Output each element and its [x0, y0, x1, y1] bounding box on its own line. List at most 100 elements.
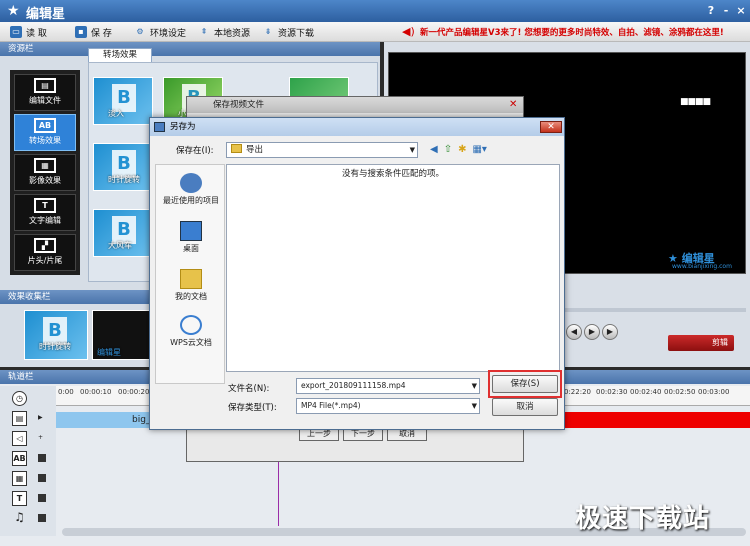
tick-label: 00:02:30 [596, 388, 628, 396]
place-label: WPS云文档 [170, 338, 212, 347]
dialog-save-button[interactable]: 保存(S) [492, 375, 558, 393]
recent-icon [180, 173, 202, 193]
thumb-label: 时针旋转 [108, 175, 140, 184]
help-button[interactable]: ? [705, 4, 717, 17]
gear-icon: ⚙ [136, 27, 144, 36]
site-watermark: 极速下载站 [575, 504, 711, 534]
tick-label: 00:00:20 [118, 388, 150, 396]
documents-icon [180, 269, 202, 289]
next-frame-icon[interactable]: ▶ [602, 324, 618, 340]
tick-label: 00:03:00 [698, 388, 730, 396]
dialog-nav-icons: ◀ ⇧ ✱ ▦▾ [430, 144, 487, 155]
filename-value: export_201809111158.mp4 [301, 381, 406, 390]
thumb-clock-rotate[interactable]: B 时针旋转 [93, 143, 153, 191]
track-row-video[interactable]: ▤ ▶ [8, 410, 52, 428]
text-icon: T [34, 198, 56, 213]
track-row-effect[interactable]: ▦ [8, 470, 52, 488]
save-label: 保 存 [91, 28, 112, 39]
audio-icon: ◁ [12, 431, 27, 446]
main-toolbar: ▭ 读 取 ▪ 保 存 ⚙ 环境设定 ⇞ 本地资源 ⇟ 资源下载 ◀) 新一代产品编辑星V… [0, 22, 750, 42]
nav-text-edit[interactable]: T 文字编辑 [14, 194, 76, 231]
blocks-icon: ▞ [34, 238, 56, 253]
minimize-button[interactable]: - [720, 4, 732, 17]
play-icon[interactable]: ▶ [584, 324, 600, 340]
play-small-icon: ▶ [38, 414, 43, 421]
local-resource-button[interactable]: ⇞ 本地资源 [198, 25, 250, 39]
new-folder-icon[interactable]: ✱ [458, 144, 466, 155]
nav-intro-outro[interactable]: ▞ 片头/片尾 [14, 234, 76, 271]
empty-message: 没有与搜索条件匹配的项。 [341, 169, 444, 179]
track-row-transition[interactable]: AB [8, 450, 52, 468]
chevron-down-icon: ▼ [471, 402, 477, 410]
track-row-audio[interactable]: ◁ + [8, 430, 52, 448]
nav-label: 文字编辑 [29, 216, 61, 225]
place-recent[interactable]: 最近使用的项目 [156, 173, 226, 206]
dialog-close-button[interactable]: ✕ [540, 121, 562, 133]
collect-clock-rotate[interactable]: B 时针旋转 [24, 310, 88, 360]
place-desktop[interactable]: 桌面 [156, 221, 226, 254]
filetype-value: MP4 File(*.mp4) [301, 401, 361, 410]
close-button[interactable]: × [735, 4, 747, 17]
clip-name: big_ [132, 415, 151, 425]
track-row-text[interactable]: T [8, 490, 52, 508]
filetype-select[interactable]: MP4 File(*.mp4) ▼ [296, 398, 480, 414]
file-list[interactable]: 没有与搜索条件匹配的项。 [226, 164, 560, 372]
cut-button[interactable]: 剪辑 [668, 335, 734, 351]
effect-icon: ▦ [12, 471, 27, 486]
promo-banner[interactable]: 新一代产品编辑星V3来了! 您想要的更多时尚特效、自拍、滤镜、涂鸦都在这里! [420, 26, 724, 38]
thumb-label: 编辑星 [97, 348, 121, 357]
read-button[interactable]: ▭ 读 取 [10, 25, 47, 39]
filetype-label: 保存类型(T): [228, 403, 277, 413]
nav-edit-file[interactable]: ▤ 编辑文件 [14, 74, 76, 111]
up-folder-icon[interactable]: ⇧ [444, 144, 452, 155]
clip-selection[interactable] [565, 412, 750, 428]
nav-transition[interactable]: AB 转场效果 [14, 114, 76, 151]
place-documents[interactable]: 我的文档 [156, 269, 226, 302]
save-video-title: 保存视频文件 [187, 97, 523, 113]
timeline-label: 轨道栏 [8, 372, 34, 382]
save-in-select[interactable]: 导出 ▼ [226, 142, 418, 158]
settings-button[interactable]: ⚙ 环境设定 [134, 25, 186, 39]
tick-label: 00:02:50 [664, 388, 696, 396]
desktop-icon [180, 221, 202, 241]
save-as-title: 另存为 [150, 118, 564, 136]
track-row-clock[interactable]: ◷ [8, 390, 52, 408]
filename-label: 文件名(N): [228, 384, 270, 394]
local-resource-label: 本地资源 [214, 28, 251, 39]
save-in-label: 保存在(I): [176, 146, 214, 156]
nav-label: 编辑文件 [29, 96, 61, 105]
resource-tabs: 转场效果 [88, 48, 378, 62]
nav-image-effect[interactable]: ▦ 影像效果 [14, 154, 76, 191]
back-icon[interactable]: ◀ [430, 144, 438, 155]
upload-icon: ⇞ [200, 27, 208, 36]
film-dots-icon: ■■■■ [680, 97, 711, 107]
text-icon: T [12, 491, 27, 506]
save-icon: ▪ [75, 26, 87, 38]
dialog-cancel-button[interactable]: 取消 [492, 398, 558, 416]
add-icon: + [38, 434, 44, 441]
collect-logo[interactable]: 编辑星 [92, 310, 156, 360]
view-menu-icon[interactable]: ▦▾ [472, 144, 486, 155]
download-button[interactable]: ⇟ 资源下载 [262, 25, 314, 39]
lock-icon [38, 494, 46, 502]
thumb-label: 淡入 [108, 109, 124, 118]
save-button[interactable]: ▪ 保 存 [75, 25, 112, 39]
track-row-music[interactable]: ♫ [8, 510, 52, 528]
download-icon: ⇟ [264, 27, 272, 36]
tick-label: 00:00:10 [80, 388, 112, 396]
tab-transition[interactable]: 转场效果 [88, 48, 152, 62]
prev-frame-icon[interactable]: ◀ [566, 324, 582, 340]
music-icon: ♫ [14, 510, 25, 524]
filename-input[interactable]: export_201809111158.mp4 ▼ [296, 378, 480, 394]
settings-label: 环境设定 [150, 28, 187, 39]
nav-label: 转场效果 [29, 136, 61, 145]
place-wps-cloud[interactable]: WPS云文档 [156, 315, 226, 348]
thumb-windmill[interactable]: B 大风车 [93, 209, 153, 257]
close-icon[interactable]: ✕ [509, 99, 517, 110]
lock-icon [38, 514, 46, 522]
preview-logo-url: www.bianjixing.com [672, 263, 732, 270]
save-as-dialog: 另存为 ✕ 保存在(I): 导出 ▼ ◀ ⇧ ✱ ▦▾ 最近使用的项目 桌面 我的… [149, 117, 565, 430]
app-logo-icon: ★ [7, 3, 20, 19]
thumb-fade[interactable]: B 淡入 [93, 77, 153, 125]
chevron-down-icon: ▼ [471, 382, 477, 390]
